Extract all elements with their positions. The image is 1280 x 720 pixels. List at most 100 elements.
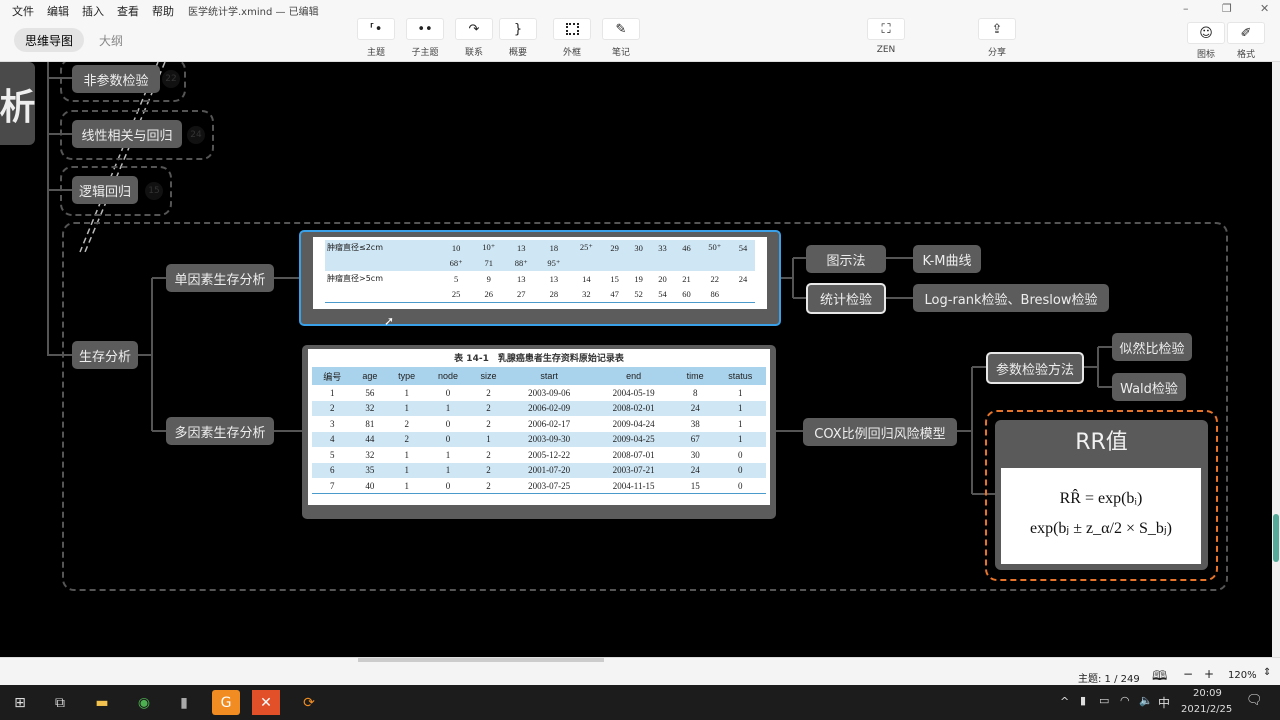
table-cell: 13 (517, 242, 526, 253)
topic-logistic-regression[interactable]: 逻辑回归 (72, 176, 138, 204)
table-cell (570, 256, 603, 272)
share-label: 分享 (987, 48, 1006, 58)
topic-label: 主题 (366, 48, 385, 58)
table-cell (651, 256, 675, 272)
topic-parametric-test[interactable]: 参数检验方法 (986, 352, 1084, 384)
table-cell: 25 (451, 289, 461, 299)
topic-survival-analysis[interactable]: 生存分析 (72, 341, 138, 369)
table-cell: 38 (690, 418, 700, 429)
chrome-icon[interactable]: ◉ (130, 690, 158, 715)
menu-insert[interactable]: 插入 (82, 3, 104, 19)
icon-panel-button[interactable]: ☺ (1187, 22, 1225, 44)
topic-cox-model[interactable]: COX比例回归风险模型 (803, 418, 957, 446)
table-cell: 86 (710, 289, 719, 299)
format-panel-label: 格式 (1236, 50, 1255, 60)
restore-icon[interactable]: ❐ (1222, 2, 1232, 15)
zoom-in-button[interactable]: + (1204, 667, 1214, 681)
table-cell: 14 (582, 273, 591, 284)
windows-start-icon[interactable]: ⊞ (6, 690, 34, 715)
root-topic[interactable]: 析 (0, 62, 36, 145)
title-toolbar: 文件 编辑 插入 查看 帮助 医学统计学.xmind — 已编辑 思维导图 大纲… (0, 0, 1280, 62)
boundary-label: 外框 (562, 48, 581, 58)
summary-button[interactable]: } (499, 18, 537, 40)
zoom-level[interactable]: 120% (1228, 670, 1257, 681)
share-button[interactable]: ⇪ (978, 18, 1016, 40)
topic-graph-method[interactable]: 图示法 (806, 245, 886, 273)
tray-battery-icon[interactable]: ▭ (1099, 694, 1109, 707)
column-header: start (506, 367, 592, 385)
table-cell: 54 (738, 242, 748, 253)
sync-app-icon[interactable]: ⟳ (295, 690, 323, 715)
tray-mic-icon[interactable]: ▮ (1080, 694, 1086, 707)
topic-likelihood-ratio[interactable]: 似然比检验 (1112, 333, 1192, 361)
menu-view[interactable]: 查看 (117, 3, 139, 19)
tray-wifi-icon[interactable]: ◠ (1120, 694, 1130, 707)
recorder-app-icon[interactable]: G (212, 690, 240, 715)
topic-linear-regression[interactable]: 线性相关与回归 (72, 120, 182, 148)
format-panel-button[interactable]: ✐ (1227, 22, 1265, 44)
table-row: 7 40 1 0 2 2003-07-25 2004-11-15 15 0 (312, 478, 766, 494)
file-explorer-icon[interactable]: ▬ (88, 690, 116, 715)
minimize-icon[interactable]: – (1183, 2, 1189, 15)
table-cell: 25⁺ (579, 242, 593, 253)
brush-icon: ✐ (1240, 25, 1252, 41)
task-view-icon[interactable]: ⧉ (46, 690, 74, 715)
table-cell: 1 (445, 403, 451, 414)
collapsed-count[interactable]: 15 (145, 182, 163, 200)
horizontal-scrollbar-thumb[interactable] (358, 658, 604, 662)
notification-icon[interactable]: 🗨 (1246, 693, 1263, 708)
menu-file[interactable]: 文件 (12, 3, 34, 19)
tab-mindmap[interactable]: 思维导图 (14, 28, 84, 52)
clock-time[interactable]: 20:09 (1193, 688, 1222, 699)
zoom-stepper-icon[interactable]: ⇕ (1263, 667, 1271, 678)
subtopic-button[interactable]: •• (406, 18, 444, 40)
note-button[interactable]: ✎ (602, 18, 640, 40)
vertical-scrollbar[interactable] (1272, 62, 1280, 657)
boundary-button[interactable] (553, 18, 591, 40)
zoom-out-button[interactable]: − (1183, 667, 1193, 681)
topic-univariate[interactable]: 单因素生存分析 (166, 264, 274, 292)
zen-label: ZEN (876, 45, 896, 55)
tray-chevron-icon[interactable]: ^ (1060, 695, 1069, 708)
column-header: type (387, 367, 426, 385)
image-topic-table2[interactable]: 表 14-1 乳腺癌患者生存资料原始记录表 编号 age type node size s… (302, 345, 776, 519)
menu-help[interactable]: 帮助 (152, 3, 174, 19)
microphone-app-icon[interactable]: ▮ (170, 690, 198, 715)
topic-button[interactable]: ⸢• (357, 18, 395, 40)
table-cell: 2006-02-09 (528, 403, 571, 414)
table-cell: 1 (404, 387, 409, 398)
table-cell: 1 (404, 403, 409, 414)
table-cell: 1 (737, 403, 743, 414)
relationship-label: 联系 (464, 48, 483, 58)
image-topic-table1[interactable]: 肿瘤直径≤2cm 10 10⁺ 13 18 25⁺ 29 30 33 46 50⁺ 54 68⁺ 71 88… (299, 230, 781, 326)
table-cell: 22 (710, 273, 719, 284)
table-cell (603, 256, 627, 272)
table-cell (675, 256, 699, 272)
tab-outline[interactable]: 大纲 (99, 32, 123, 49)
table-cell (627, 256, 651, 272)
table-cell: 24 (738, 273, 748, 284)
ime-indicator[interactable]: 中 (1158, 694, 1170, 711)
mindmap-canvas[interactable]: 析 非参数检验 22 线性相关与回归 24 逻辑回归 15 生存分析 单因素生存… (0, 62, 1272, 657)
table-cell: 2 (486, 418, 491, 429)
rr-title: RR值 (1075, 430, 1128, 455)
collapsed-count[interactable]: 24 (187, 126, 205, 144)
tray-volume-icon[interactable]: 🔈 (1139, 694, 1153, 707)
topic-multivariate[interactable]: 多因素生存分析 (166, 417, 274, 445)
topic-nonparametric[interactable]: 非参数检验 (72, 65, 160, 93)
xmind-app-icon[interactable]: ✕ (252, 690, 280, 715)
topic-wald-test[interactable]: Wald检验 (1112, 373, 1186, 401)
zen-button[interactable]: ⛶ (867, 18, 905, 40)
clock-date[interactable]: 2021/2/25 (1181, 704, 1232, 715)
topic-logrank[interactable]: Log-rank检验、Breslow检验 (913, 284, 1109, 312)
topic-statistical-test[interactable]: 统计检验 (806, 283, 886, 314)
collapsed-count[interactable]: 22 (162, 70, 180, 88)
relationship-button[interactable]: ↷ (455, 18, 493, 40)
table-row: 1 56 1 0 2 2003-09-06 2004-05-19 8 1 (312, 385, 766, 401)
close-icon[interactable]: ✕ (1260, 2, 1269, 15)
topic-rr-value[interactable]: RR值 RR̂ = exp(bᵢ) exp(bⱼ ± z_α/2 × S_bⱼ) (995, 420, 1208, 570)
menu-edit[interactable]: 编辑 (47, 3, 69, 19)
topic-km-curve[interactable]: K-M曲线 (913, 245, 981, 273)
table-row: 4 44 2 0 1 2003-09-30 2009-04-25 67 1 (312, 431, 766, 447)
table-cell: 2004-05-19 (612, 387, 655, 398)
